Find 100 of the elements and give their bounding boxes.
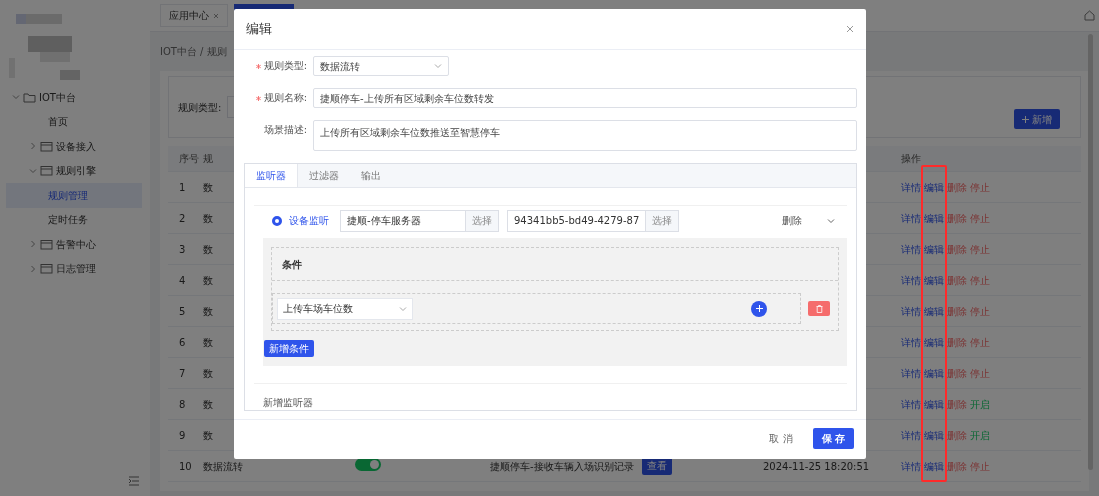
action-link[interactable]: 停止 (970, 365, 990, 381)
table-cell: 8 (179, 398, 186, 410)
conditions-title: 条件 (281, 257, 303, 272)
action-link[interactable]: 详情 (901, 458, 921, 474)
action-link[interactable]: 删除 (947, 427, 967, 443)
cancel-button[interactable]: 取 消 (763, 430, 799, 447)
action-link[interactable]: 停止 (970, 272, 990, 288)
column-header: 规 (203, 153, 213, 164)
page-tab[interactable]: 应用中心 (160, 4, 228, 27)
table-cell: 1 (179, 181, 186, 193)
action-link[interactable]: 详情 (901, 272, 921, 288)
dialog-title: 编辑 (246, 19, 272, 38)
action-link[interactable]: 删除 (947, 241, 967, 257)
action-link[interactable]: 编辑 (924, 303, 944, 319)
tab[interactable]: 监听器 (245, 164, 298, 187)
table-cell: 3 (179, 243, 186, 255)
collapse-icon (128, 476, 140, 486)
table-cell: 数 (203, 305, 213, 317)
action-link[interactable]: 停止 (970, 458, 990, 474)
table-cell: 2024-11-25 18:20:51 (763, 460, 870, 472)
select-value: 数据流转 (320, 59, 360, 74)
action-link[interactable]: 详情 (901, 210, 921, 226)
close-icon (213, 12, 219, 19)
table-cell: 数 (203, 274, 213, 286)
select-field[interactable]: 数据流转 (313, 56, 449, 76)
scrollbar[interactable] (1088, 34, 1093, 470)
house-icon (1084, 10, 1095, 21)
action-link[interactable]: 删除 (947, 210, 967, 226)
table-cell: 9 (179, 429, 186, 441)
action-link[interactable]: 删除 (947, 303, 967, 319)
condition-select[interactable]: 上传车场车位数 (277, 297, 413, 320)
radio-button[interactable] (272, 215, 282, 226)
chevron-icon (399, 304, 407, 313)
sidebar-item[interactable]: 定时任务 (6, 207, 142, 232)
table-cell: 数 (203, 243, 213, 255)
table-cell: 数 (203, 367, 213, 379)
action-link[interactable]: 编辑 (924, 365, 944, 381)
save-button[interactable]: 保 存 (812, 428, 854, 449)
action-link[interactable]: 详情 (901, 179, 921, 195)
table-cell: 数 (203, 398, 213, 410)
table-cell: 数据流转 (203, 460, 243, 472)
add-button[interactable] (751, 300, 767, 317)
table-cell-text: 捷顺停车-接收车辆入场识别记录 (490, 459, 634, 474)
sidebar-item[interactable]: IOT中台 (6, 85, 142, 110)
folder-icon (40, 140, 53, 152)
table-cell: 10 (179, 460, 192, 472)
close-icon[interactable] (846, 25, 854, 33)
action-link[interactable]: 删除 (947, 272, 967, 288)
folder-icon (23, 91, 36, 103)
sidebar-item[interactable]: 规则管理 (6, 183, 142, 208)
action-link[interactable]: 删除 (947, 396, 967, 412)
action-link[interactable]: 详情 (901, 365, 921, 381)
action-link[interactable]: 详情 (901, 427, 921, 443)
add-condition-button[interactable]: 新增条件 (264, 340, 314, 357)
action-link[interactable]: 停止 (970, 210, 990, 226)
action-link[interactable]: 停止 (970, 241, 990, 257)
action-link[interactable]: 编辑 (924, 179, 944, 195)
action-link[interactable]: 删除 (947, 179, 967, 195)
action-link[interactable]: 停止 (970, 303, 990, 319)
folder-icon (40, 238, 53, 250)
action-link[interactable]: 编辑 (924, 334, 944, 350)
tab[interactable]: 过滤器 (298, 164, 350, 187)
action-link[interactable]: 删除 (947, 365, 967, 381)
breadcrumb: IOT中台 / 规则 (160, 45, 227, 59)
action-link[interactable]: 详情 (901, 334, 921, 350)
sidebar-item[interactable]: 日志管理 (6, 256, 142, 281)
table-cell: 7 (179, 367, 186, 379)
action-link[interactable]: 编辑 (924, 210, 944, 226)
textarea-field[interactable]: 上传所有区域剩余车位数推送至智慧停车 (313, 120, 857, 151)
action-link[interactable]: 开启 (970, 427, 990, 443)
action-link[interactable]: 详情 (901, 396, 921, 412)
action-link[interactable]: 删除 (947, 458, 967, 474)
plus-icon (1022, 115, 1029, 123)
action-link[interactable]: 详情 (901, 241, 921, 257)
sidebar-item[interactable]: 告警中心 (6, 232, 142, 257)
folder-icon (40, 165, 53, 177)
filter-label: 规则类型: (178, 100, 222, 115)
add-listener-link[interactable]: 新增监听器 (254, 383, 847, 410)
action-link[interactable]: 删除 (947, 334, 967, 350)
sidebar-item[interactable]: 设备接入 (6, 134, 142, 159)
plus-icon (755, 305, 763, 312)
table-cell: 4 (179, 274, 186, 286)
sidebar-item[interactable]: 首页 (6, 109, 142, 134)
tab[interactable]: 输出 (350, 164, 392, 187)
action-link[interactable]: 编辑 (924, 241, 944, 257)
sidebar-item[interactable]: 规则引擎 (6, 158, 142, 183)
action-link[interactable]: 详情 (901, 303, 921, 319)
table-cell: 数 (203, 429, 213, 441)
action-link[interactable]: 编辑 (924, 427, 944, 443)
table-cell: 2 (179, 212, 186, 224)
action-link[interactable]: 停止 (970, 179, 990, 195)
action-link[interactable]: 编辑 (924, 396, 944, 412)
action-link[interactable]: 编辑 (924, 458, 944, 474)
input-field[interactable]: 捷顺停车-上传所有区域剩余车位数转发 (313, 88, 857, 108)
action-link[interactable]: 停止 (970, 334, 990, 350)
select-value: 上传车场车位数 (283, 302, 353, 316)
action-link[interactable]: 编辑 (924, 272, 944, 288)
delete-link[interactable]: 删除 (782, 213, 802, 228)
add-button[interactable]: 新增 (1014, 109, 1060, 129)
action-link[interactable]: 开启 (970, 396, 990, 412)
